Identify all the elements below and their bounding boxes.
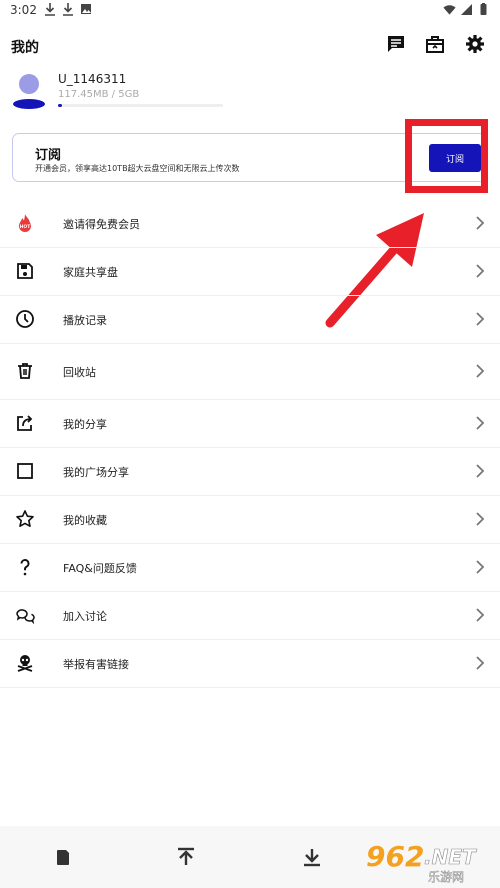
save-disk-icon bbox=[15, 261, 35, 281]
menu-item-favorites[interactable]: 我的收藏 bbox=[0, 496, 500, 544]
storage-progress-bar bbox=[58, 104, 223, 107]
hot-badge-text: HOT bbox=[20, 224, 32, 230]
chevron-right-icon bbox=[476, 464, 485, 478]
menu-item-label: 我的收藏 bbox=[63, 514, 107, 527]
chevron-right-icon bbox=[476, 216, 485, 230]
download-icon bbox=[63, 3, 73, 16]
clock-icon bbox=[15, 309, 35, 329]
menu-item-my-shares[interactable]: 我的分享 bbox=[0, 400, 500, 448]
square-icon bbox=[15, 461, 35, 481]
nav-upload-icon[interactable] bbox=[175, 846, 199, 870]
battery-icon bbox=[480, 3, 487, 15]
chevron-right-icon bbox=[476, 364, 485, 378]
chevron-right-icon bbox=[476, 656, 485, 670]
watermark-brand: 962 bbox=[366, 840, 424, 873]
chevron-right-icon bbox=[476, 608, 485, 622]
page-title: 我的 bbox=[11, 40, 39, 56]
nav-download-icon[interactable] bbox=[301, 846, 325, 870]
avatar bbox=[13, 74, 45, 109]
share-icon bbox=[15, 413, 35, 433]
skull-icon bbox=[15, 653, 35, 673]
question-icon bbox=[15, 557, 35, 577]
menu-item-label: 播放记录 bbox=[63, 314, 107, 327]
subscription-title: 订阅 bbox=[35, 148, 62, 163]
username: U_1146311 bbox=[58, 72, 127, 86]
menu-item-family-share[interactable]: 家庭共享盘 bbox=[0, 248, 500, 296]
menu-item-label: 加入讨论 bbox=[63, 610, 107, 623]
storage-usage: 117.45MB / 5GB bbox=[58, 89, 140, 100]
menu-item-report[interactable]: 举报有害链接 bbox=[0, 640, 500, 688]
profile-section[interactable]: U_1146311 117.45MB / 5GB bbox=[0, 70, 500, 115]
menu-item-label: 家庭共享盘 bbox=[63, 266, 118, 279]
menu-item-label: 邀请得免费会员 bbox=[63, 218, 140, 231]
star-icon bbox=[15, 509, 35, 529]
status-time: 3:02 bbox=[10, 3, 37, 17]
watermark-net: .NET bbox=[424, 845, 477, 869]
chevron-right-icon bbox=[476, 264, 485, 278]
menu-item-label: 举报有害链接 bbox=[63, 658, 129, 671]
chat-icon bbox=[15, 605, 35, 625]
hot-badge-icon: HOT bbox=[15, 213, 35, 233]
subscription-description: 开通会员，领享高达10TB超大云盘空间和无限云上传次数 bbox=[35, 164, 240, 173]
message-icon[interactable] bbox=[386, 34, 408, 56]
menu-item-label: 我的广场分享 bbox=[63, 466, 129, 479]
bottom-nav: 962 .NET 乐游网 bbox=[0, 826, 500, 888]
watermark-logo: 962 .NET 乐游网 bbox=[366, 840, 477, 884]
menu-item-label: 回收站 bbox=[63, 366, 96, 379]
download-icon bbox=[45, 3, 55, 16]
wifi-icon bbox=[443, 5, 456, 15]
menu-item-label: FAQ&问题反馈 bbox=[63, 562, 137, 575]
menu-item-recycle-bin[interactable]: 回收站 bbox=[0, 344, 500, 400]
image-icon bbox=[81, 4, 91, 14]
menu-item-faq[interactable]: FAQ&问题反馈 bbox=[0, 544, 500, 592]
menu-item-square-shares[interactable]: 我的广场分享 bbox=[0, 448, 500, 496]
app-header: 我的 bbox=[0, 28, 500, 62]
chevron-right-icon bbox=[476, 312, 485, 326]
menu-item-play-history[interactable]: 播放记录 bbox=[0, 296, 500, 344]
settings-gear-icon[interactable] bbox=[465, 34, 487, 56]
chevron-right-icon bbox=[476, 416, 485, 430]
watermark-sub: 乐游网 bbox=[428, 870, 464, 884]
trash-icon bbox=[15, 361, 35, 381]
nav-files-icon[interactable] bbox=[52, 846, 76, 870]
menu-list: HOT 邀请得免费会员 家庭共享盘 播放记录 回收站 我的分享 我的广场分享 我… bbox=[0, 200, 500, 688]
notification-icons bbox=[44, 2, 92, 16]
annotation-highlight-box bbox=[405, 119, 488, 193]
menu-item-label: 我的分享 bbox=[63, 418, 107, 431]
gift-card-icon[interactable] bbox=[425, 34, 447, 56]
menu-item-invite[interactable]: HOT 邀请得免费会员 bbox=[0, 200, 500, 248]
chevron-right-icon bbox=[476, 512, 485, 526]
menu-item-discussion[interactable]: 加入讨论 bbox=[0, 592, 500, 640]
status-bar: 3:02 bbox=[0, 0, 500, 22]
system-icons bbox=[443, 3, 490, 16]
signal-icon bbox=[461, 4, 472, 15]
storage-progress-fill bbox=[58, 104, 62, 107]
chevron-right-icon bbox=[476, 560, 485, 574]
